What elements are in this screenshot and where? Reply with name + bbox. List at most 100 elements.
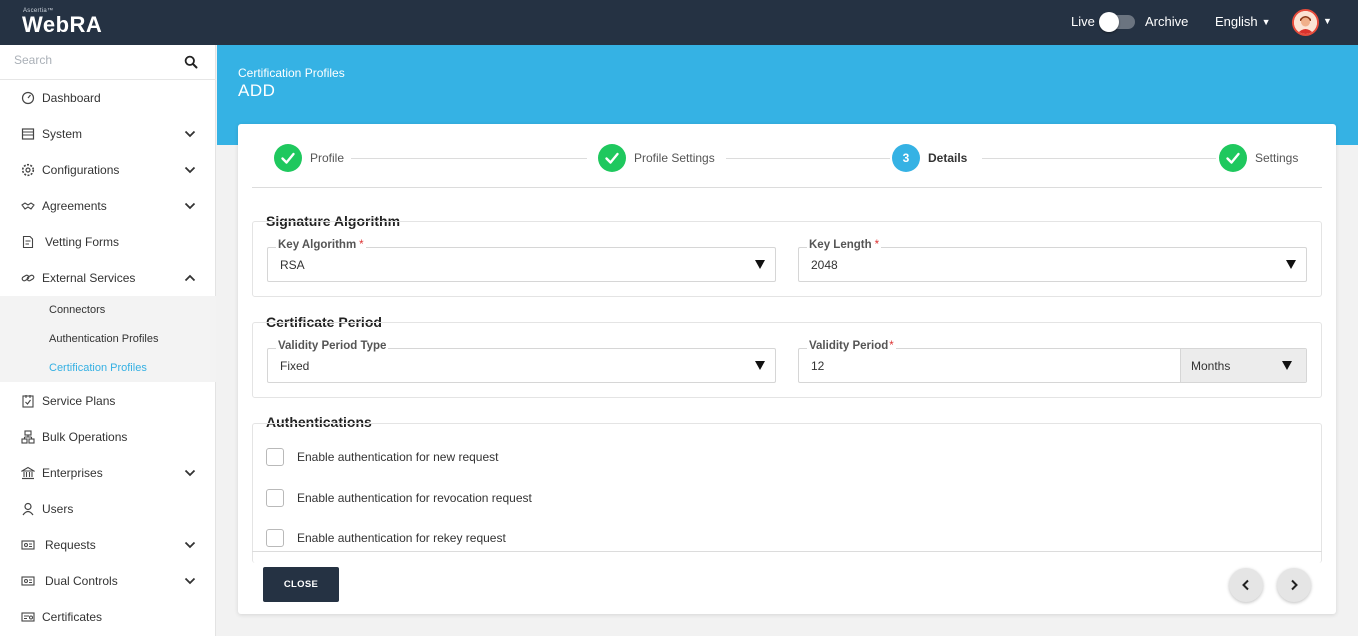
handshake-icon bbox=[21, 202, 35, 210]
step-connector bbox=[982, 158, 1216, 159]
chevron-right-icon bbox=[1291, 579, 1298, 591]
validity-period-label: Validity Period* bbox=[807, 340, 896, 352]
caret-down-icon[interactable]: ▼ bbox=[1323, 16, 1332, 26]
sidebar-item-label: Requests bbox=[45, 538, 96, 552]
auth-new-request-label: Enable authentication for new request bbox=[297, 450, 499, 464]
chevron-down-icon[interactable] bbox=[184, 468, 196, 478]
step-label: Profile Settings bbox=[634, 151, 715, 165]
auth-revocation-request-label: Enable authentication for revocation req… bbox=[297, 491, 532, 505]
sidebar-subitem-certification-profiles[interactable]: Certification Profiles bbox=[49, 362, 147, 374]
sidebar-item-requests[interactable]: Requests bbox=[0, 527, 216, 563]
validity-period-input[interactable]: 12 bbox=[811, 359, 824, 373]
chevron-up-icon[interactable] bbox=[184, 273, 196, 283]
validity-period-label-text: Validity Period bbox=[809, 340, 889, 352]
validity-period-type-label: Validity Period Type bbox=[276, 340, 389, 352]
required-mark: * bbox=[889, 340, 894, 352]
key-algorithm-label: Key Algorithm * bbox=[276, 239, 366, 251]
key-length-label-text: Key Length bbox=[809, 239, 872, 251]
previous-button[interactable] bbox=[1229, 568, 1263, 602]
validity-unit-select[interactable]: Months bbox=[1180, 349, 1306, 382]
sidebar-item-label: Users bbox=[42, 502, 74, 516]
sidebar: Dashboard System Configurations Agreemen… bbox=[0, 45, 216, 636]
search-icon[interactable] bbox=[184, 55, 198, 69]
sidebar-search bbox=[0, 45, 216, 80]
live-label: Live bbox=[1071, 14, 1095, 29]
sidebar-item-vetting-forms[interactable]: Vetting Forms bbox=[0, 224, 216, 260]
sidebar-item-system[interactable]: System bbox=[0, 116, 216, 152]
auth-revocation-request-checkbox[interactable] bbox=[266, 489, 284, 507]
sidebar-item-dual-controls[interactable]: Dual Controls bbox=[0, 563, 216, 599]
external-services-submenu: Connectors Authentication Profiles Certi… bbox=[0, 296, 216, 382]
search-input[interactable] bbox=[14, 53, 174, 67]
chevron-down-icon[interactable] bbox=[184, 540, 196, 550]
key-algorithm-select[interactable]: RSA bbox=[267, 247, 776, 282]
bank-icon bbox=[21, 466, 35, 480]
sidebar-item-agreements[interactable]: Agreements bbox=[0, 188, 216, 224]
page-title: ADD bbox=[238, 81, 276, 100]
required-mark: * bbox=[874, 239, 880, 251]
auth-new-request-checkbox[interactable] bbox=[266, 448, 284, 466]
sidebar-item-enterprises[interactable]: Enterprises bbox=[0, 455, 216, 491]
chevron-down-icon[interactable] bbox=[184, 129, 196, 139]
sidebar-item-certificates[interactable]: Certificates bbox=[0, 599, 216, 635]
avatar[interactable] bbox=[1292, 9, 1319, 36]
avatar-icon bbox=[1294, 11, 1317, 34]
brand-name: WebRA bbox=[22, 12, 103, 37]
language-selector[interactable]: English ▼ bbox=[1215, 14, 1271, 29]
chevron-down-icon[interactable] bbox=[184, 165, 196, 175]
sidebar-item-external-services[interactable]: External Services bbox=[0, 260, 216, 296]
caret-down-icon: ▼ bbox=[1261, 17, 1271, 27]
live-archive-toggle[interactable] bbox=[1099, 12, 1135, 32]
validity-unit-value: Months bbox=[1191, 359, 1231, 373]
wizard-stepper: Profile Profile Settings 3 Details Setti… bbox=[252, 124, 1322, 188]
key-length-select[interactable]: 2048 bbox=[798, 247, 1307, 282]
breadcrumb[interactable]: Certification Profiles bbox=[238, 66, 345, 80]
certificate-period-box: Fixed Validity Period Type 12 Months Val… bbox=[252, 322, 1322, 398]
sidebar-item-label: Enterprises bbox=[42, 466, 103, 480]
caret-down-icon bbox=[755, 260, 765, 269]
sidebar-item-label: Certificates bbox=[42, 610, 103, 624]
archive-label: Archive bbox=[1145, 14, 1189, 29]
required-mark: * bbox=[359, 239, 364, 251]
toggle-knob bbox=[1099, 12, 1119, 32]
key-length-label: Key Length * bbox=[807, 239, 882, 251]
step-done-circle bbox=[1219, 144, 1247, 172]
sidebar-subitem-authentication-profiles[interactable]: Authentication Profiles bbox=[49, 333, 158, 345]
next-button[interactable] bbox=[1277, 568, 1311, 602]
validity-period-field: 12 Months bbox=[798, 348, 1307, 383]
check-icon bbox=[1226, 152, 1240, 164]
certificate-icon bbox=[21, 612, 35, 622]
language-label: English bbox=[1215, 14, 1258, 29]
chevron-left-icon bbox=[1242, 579, 1249, 591]
caret-down-icon bbox=[1286, 260, 1296, 269]
key-algorithm-value: RSA bbox=[280, 258, 305, 272]
chevron-down-icon[interactable] bbox=[184, 201, 196, 211]
sidebar-item-bulk-operations[interactable]: Bulk Operations bbox=[0, 419, 216, 455]
sidebar-item-service-plans[interactable]: Service Plans bbox=[0, 383, 216, 419]
key-algorithm-label-text: Key Algorithm bbox=[278, 239, 357, 251]
step-current-circle: 3 bbox=[892, 144, 920, 172]
brand-logo[interactable]: Ascertia™ WebRA bbox=[22, 8, 102, 36]
sidebar-item-label: Dual Controls bbox=[45, 574, 118, 588]
dual-control-icon bbox=[21, 576, 35, 586]
step-label: Details bbox=[928, 151, 968, 165]
step-done-circle bbox=[274, 144, 302, 172]
auth-rekey-request-label: Enable authentication for rekey request bbox=[297, 531, 506, 545]
sidebar-item-label: External Services bbox=[42, 271, 136, 285]
sidebar-item-dashboard[interactable]: Dashboard bbox=[0, 80, 216, 116]
sidebar-item-label: System bbox=[42, 127, 83, 141]
sidebar-subitem-connectors[interactable]: Connectors bbox=[49, 304, 105, 316]
key-length-value: 2048 bbox=[811, 258, 838, 272]
sidebar-item-configurations[interactable]: Configurations bbox=[0, 152, 216, 188]
wizard-card: Profile Profile Settings 3 Details Setti… bbox=[238, 124, 1336, 614]
sidebar-item-label: Vetting Forms bbox=[45, 235, 120, 249]
auth-rekey-request-checkbox[interactable] bbox=[266, 529, 284, 547]
close-button[interactable]: CLOSE bbox=[263, 567, 339, 602]
sidebar-item-users[interactable]: Users bbox=[0, 491, 216, 527]
step-connector bbox=[351, 158, 587, 159]
footer-divider bbox=[252, 551, 1322, 552]
dashboard-icon bbox=[21, 91, 35, 105]
validity-period-type-select[interactable]: Fixed bbox=[267, 348, 776, 383]
chevron-down-icon[interactable] bbox=[184, 576, 196, 586]
sidebar-item-label: Service Plans bbox=[42, 394, 116, 408]
